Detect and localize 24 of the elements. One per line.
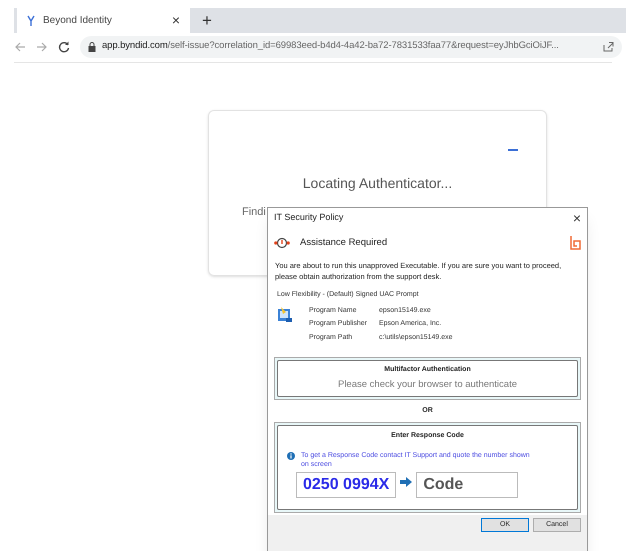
challenge-number: 0250 0994X [296,472,396,498]
mfa-text: Please check your browser to authenticate [338,378,517,392]
dialog-heading: Assistance Required [300,236,388,250]
tab-close-button[interactable]: × [172,10,180,31]
info-icon [287,452,295,460]
alert-icon [274,237,290,249]
loading-indicator [508,149,518,151]
card-title: Locating Authenticator... [302,174,452,193]
url-text: app.byndid.com/self-issue?correlation_id=69983eed-b4d4-4a42-ba72-7831533faa77&request=eyJhbGciOiJF... [102,39,560,54]
dialog-title: IT Security Policy [274,211,344,224]
response-code-field[interactable]: Code [416,472,518,498]
reload-icon[interactable] [58,40,70,52]
card-text: Findi [242,205,266,220]
new-tab-button[interactable]: + [190,8,224,33]
tab-title: Beyond Identity [43,14,113,28]
close-button[interactable]: × [572,211,581,225]
lock-icon [88,42,96,52]
program-icon [277,306,293,322]
share-icon[interactable] [603,41,614,52]
arrow-icon [400,476,412,487]
brand-icon [569,235,581,251]
browser-tab[interactable]: Beyond Identity × [14,8,190,33]
address-bar[interactable]: app.byndid.com/self-issue?correlation_id=69983eed-b4d4-4a42-ba72-7831533faa77&request=eyJhbGciOiJF... [80,36,622,58]
logo-icon [27,14,35,26]
